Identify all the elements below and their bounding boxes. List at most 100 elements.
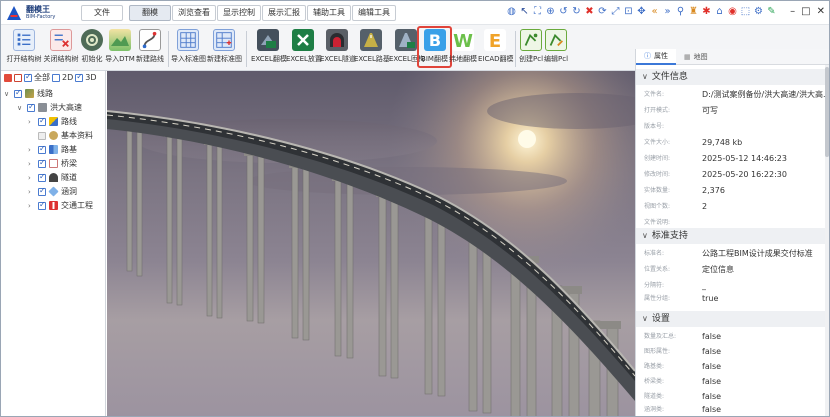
excel-subgrade-button[interactable]: EXCEL路基	[354, 29, 390, 69]
weidi-model-button[interactable]: W 纬地翻模	[449, 29, 477, 69]
bug-icon[interactable]: ✱	[701, 5, 712, 19]
property-value[interactable]: 2	[702, 200, 707, 214]
property-value[interactable]: D:/测试案例备份/洪大高速/洪大高...	[702, 88, 826, 102]
tree-close-red-icon[interactable]	[4, 73, 12, 82]
new-standard-drawing-button[interactable]: 新建标准图	[207, 29, 242, 69]
edit-pcl-button[interactable]: 编辑Pcl	[544, 29, 568, 69]
menu-tab-display[interactable]: 显示控制	[217, 5, 261, 21]
globe-icon[interactable]: ◍	[506, 5, 517, 19]
section-file-info[interactable]: ∨ 文件信息	[636, 69, 829, 85]
tree-node-traffic[interactable]: › 交通工程	[28, 199, 93, 212]
menu-tab-present[interactable]: 展示汇报	[262, 5, 306, 21]
property-value[interactable]: false	[702, 390, 721, 404]
fullscreen-icon[interactable]: ⤢	[610, 5, 621, 19]
section-standard-support[interactable]: ∨ 标准支持	[636, 228, 829, 244]
expand-caret-icon[interactable]: ›	[28, 118, 35, 126]
collapse-chevron-icon[interactable]: ∨	[642, 314, 648, 323]
tree-checkbox[interactable]	[38, 200, 46, 210]
initialize-button[interactable]: 初始化	[80, 29, 104, 69]
checkbox-3d[interactable]	[75, 72, 84, 82]
tree-node-route-root[interactable]: ∨ 线路	[4, 87, 53, 100]
tree-node-bridge[interactable]: › 桥梁	[28, 157, 77, 170]
rotate-cw-icon[interactable]: ↻	[571, 5, 582, 19]
collapse-caret-icon[interactable]: ∨	[17, 104, 24, 112]
expand-caret-icon[interactable]: ›	[28, 146, 35, 154]
tree-checkbox[interactable]	[38, 116, 46, 126]
checkbox-2d[interactable]	[52, 73, 60, 82]
menu-tab-aux-tools[interactable]: 辅助工具	[307, 5, 351, 21]
tree-node-culvert[interactable]: › 涵洞	[28, 185, 77, 198]
create-pcl-button[interactable]: 创建Pcl	[519, 29, 543, 69]
rotate-ccw-icon[interactable]: ↺	[558, 5, 569, 19]
property-value[interactable]: 可写	[702, 104, 718, 118]
minimize-icon[interactable]: –	[790, 6, 795, 18]
close-icon[interactable]: ✕	[817, 6, 825, 18]
walk-icon[interactable]: ⚲	[675, 5, 686, 19]
prev-icon[interactable]: «	[649, 5, 660, 19]
collapse-caret-icon[interactable]: ∨	[4, 90, 11, 98]
tag-icon[interactable]: ⌂	[714, 5, 725, 19]
property-value[interactable]: true	[702, 292, 718, 306]
delete-icon[interactable]: ✖	[584, 5, 595, 19]
excel-tunnel-button[interactable]: EXCEL隧道	[320, 29, 356, 69]
tree-checkbox[interactable]	[38, 158, 46, 168]
pointer-icon[interactable]: ↖	[519, 5, 530, 19]
collapse-chevron-icon[interactable]: ∨	[642, 72, 648, 81]
property-value[interactable]: 2,376	[702, 184, 725, 198]
section-settings[interactable]: ∨ 设置	[636, 311, 829, 327]
expand-caret-icon[interactable]: ›	[28, 174, 35, 182]
tab-properties[interactable]: ⓘ 属性	[636, 49, 676, 65]
refresh-icon[interactable]: ⟳	[597, 5, 608, 19]
tree-node-project[interactable]: ∨ 洪大高速	[17, 101, 82, 114]
person-icon[interactable]: ♜	[688, 5, 699, 19]
expand-caret-icon[interactable]: ›	[28, 202, 35, 210]
tab-map[interactable]: ▦ 地图	[676, 49, 716, 65]
excel-place-button[interactable]: EXCEL放置	[286, 29, 322, 69]
tree-expand-icon[interactable]	[14, 73, 22, 82]
import-dtm-button[interactable]: 导入DTM	[105, 29, 135, 69]
tree-checkbox[interactable]	[38, 172, 46, 182]
pan-icon[interactable]: ✥	[636, 5, 647, 19]
property-value[interactable]: false	[702, 330, 721, 344]
tree-checkbox[interactable]	[27, 102, 35, 112]
checkbox-all[interactable]	[24, 72, 32, 82]
next-icon[interactable]: »	[662, 5, 673, 19]
maximize-icon[interactable]: □	[801, 6, 810, 18]
property-value[interactable]: false	[702, 360, 721, 374]
zoom-region-icon[interactable]: ⊡	[623, 5, 634, 19]
brush-icon[interactable]: ✎	[766, 5, 777, 19]
3d-viewport[interactable]	[107, 71, 635, 417]
close-tree-button[interactable]: 关闭结构树	[43, 29, 79, 69]
property-value[interactable]: 29,748 kb	[702, 136, 742, 150]
select-icon[interactable]: ⬚	[740, 5, 751, 19]
tree-node-alignment[interactable]: › 路线	[28, 115, 77, 128]
tree-node-subgrade[interactable]: › 路基	[28, 143, 77, 156]
property-value[interactable]: 定位信息	[702, 263, 734, 277]
excel-model-button[interactable]: EXCEL翻模	[251, 29, 287, 69]
property-value[interactable]: false	[702, 403, 721, 416]
property-scroll-thumb[interactable]	[825, 67, 829, 157]
property-value[interactable]: false	[702, 375, 721, 389]
zoom-icon[interactable]: ⊕	[545, 5, 556, 19]
tree-checkbox[interactable]	[14, 88, 22, 98]
expand-caret-icon[interactable]: ›	[28, 160, 35, 168]
new-route-button[interactable]: 新建路线	[136, 29, 164, 69]
menu-tab-model[interactable]: 翻模	[129, 5, 171, 21]
import-standard-drawing-button[interactable]: 导入标准图	[171, 29, 206, 69]
collapse-chevron-icon[interactable]: ∨	[642, 231, 648, 240]
settings-icon[interactable]: ⚙	[753, 5, 764, 19]
property-value[interactable]: false	[702, 345, 721, 359]
property-value[interactable]: 2025-05-20 16:22:30	[702, 168, 787, 182]
tree-node-basic-info[interactable]: 基本资料	[28, 129, 93, 142]
open-tree-button[interactable]: 打开结构树	[6, 29, 42, 69]
menu-tab-edit-tools[interactable]: 编辑工具	[352, 5, 396, 21]
bridge-scene[interactable]	[107, 71, 635, 417]
property-value[interactable]: 公路工程BIM设计成果交付标准	[702, 247, 813, 261]
snapshot-icon[interactable]: ◉	[727, 5, 738, 19]
tree-node-tunnel[interactable]: › 隧道	[28, 171, 77, 184]
expand-caret-icon[interactable]: ›	[28, 188, 35, 196]
tree-checkbox[interactable]	[38, 186, 46, 196]
property-value[interactable]: _	[702, 279, 706, 293]
bim-model-button[interactable]: B BIM翻模	[421, 29, 448, 69]
menu-tab-browse[interactable]: 浏览查看	[172, 5, 216, 21]
